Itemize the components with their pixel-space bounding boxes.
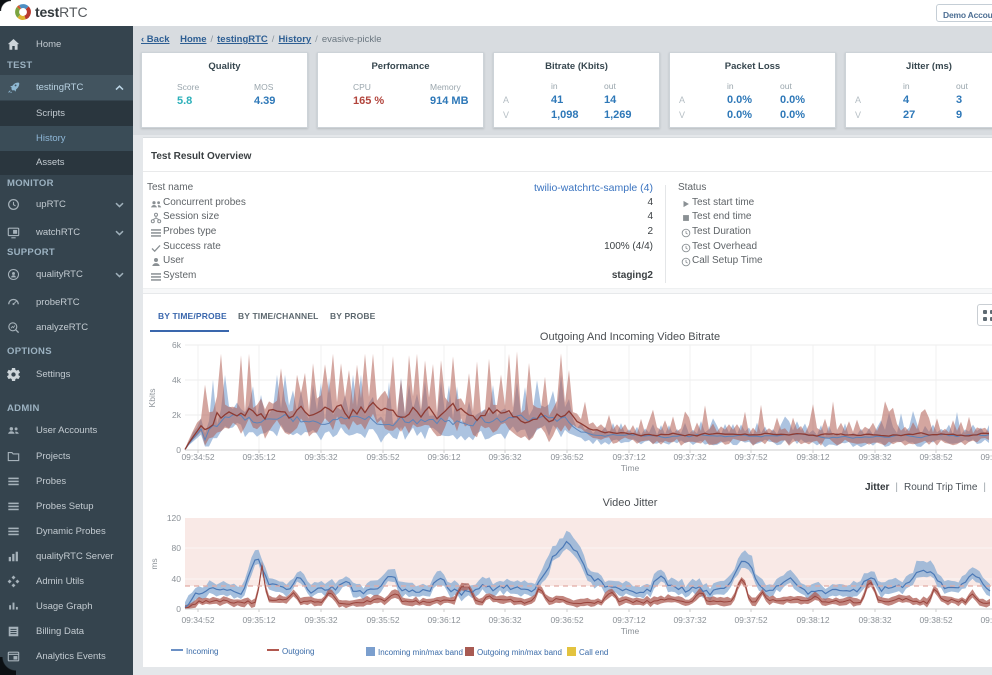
svg-text:Outgoing And Incoming Video Bi: Outgoing And Incoming Video Bitrate (540, 331, 720, 343)
svg-text:09:35:12: 09:35:12 (242, 452, 275, 462)
svg-text:6k: 6k (172, 340, 182, 350)
svg-text:09:37:12: 09:37:12 (612, 615, 645, 625)
svg-text:Kbits: Kbits (147, 389, 157, 408)
svg-text:09:38:32: 09:38:32 (858, 615, 891, 625)
svg-text:Video Jitter: Video Jitter (603, 497, 658, 509)
svg-text:80: 80 (172, 543, 182, 553)
svg-text:09:35:52: 09:35:52 (366, 615, 399, 625)
svg-text:120: 120 (167, 513, 181, 523)
svg-text:09:34:52: 09:34:52 (181, 615, 214, 625)
svg-text:09:35:12: 09:35:12 (242, 615, 275, 625)
svg-text:09:34:52: 09:34:52 (181, 452, 214, 462)
svg-text:09:37:32: 09:37:32 (673, 452, 706, 462)
svg-text:09:35:52: 09:35:52 (366, 452, 399, 462)
svg-text:09:38:32: 09:38:32 (858, 452, 891, 462)
svg-text:09:38:12: 09:38:12 (796, 615, 829, 625)
svg-text:09:35:32: 09:35:32 (304, 452, 337, 462)
svg-text:09:37:52: 09:37:52 (734, 452, 767, 462)
svg-text:09:37:32: 09:37:32 (673, 615, 706, 625)
svg-text:2k: 2k (172, 410, 182, 420)
svg-text:Time: Time (621, 626, 640, 636)
svg-text:09:36:52: 09:36:52 (550, 452, 583, 462)
svg-text:09:35:32: 09:35:32 (304, 615, 337, 625)
svg-text:09:37:12: 09:37:12 (612, 452, 645, 462)
svg-text:4k: 4k (172, 375, 182, 385)
svg-text:09:36:12: 09:36:12 (427, 452, 460, 462)
svg-text:09:39:12: 09:39:12 (980, 452, 992, 462)
svg-text:09:37:52: 09:37:52 (734, 615, 767, 625)
svg-text:09:36:12: 09:36:12 (427, 615, 460, 625)
svg-text:ms: ms (149, 558, 159, 569)
svg-text:0: 0 (176, 604, 181, 614)
svg-text:09:39:12: 09:39:12 (980, 615, 992, 625)
svg-text:09:38:52: 09:38:52 (919, 615, 952, 625)
svg-text:09:36:52: 09:36:52 (550, 615, 583, 625)
svg-text:40: 40 (172, 574, 182, 584)
svg-text:09:38:12: 09:38:12 (796, 452, 829, 462)
svg-text:09:36:32: 09:36:32 (488, 615, 521, 625)
svg-text:09:36:32: 09:36:32 (488, 452, 521, 462)
svg-text:09:38:52: 09:38:52 (919, 452, 952, 462)
